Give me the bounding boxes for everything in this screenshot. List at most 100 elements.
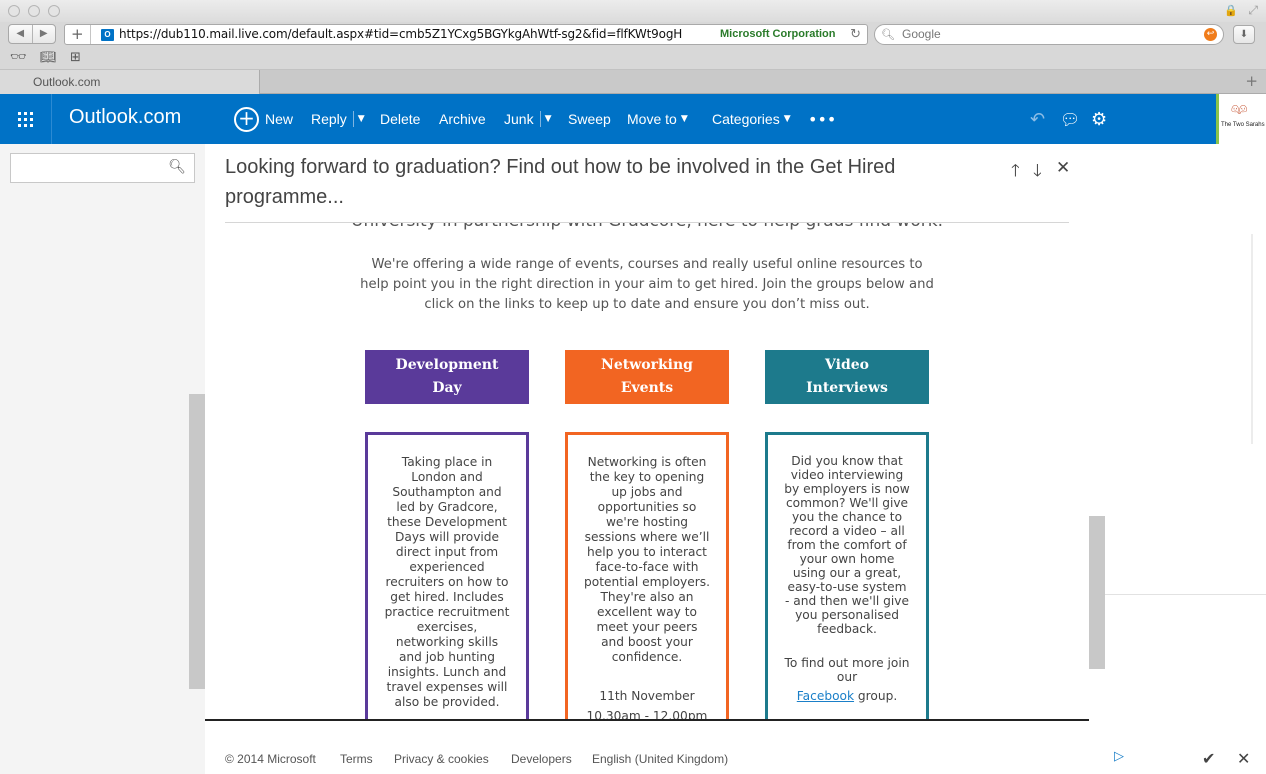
facebook-link-suffix: group.: [854, 689, 898, 703]
archive-button[interactable]: Archive: [439, 94, 486, 144]
categories-label: Categories: [712, 111, 780, 127]
window-zoom-button[interactable]: [48, 5, 60, 17]
sweep-button[interactable]: Sweep: [568, 94, 611, 144]
close-icon[interactable]: ✕: [1237, 749, 1250, 768]
outlook-favicon-icon: O: [101, 29, 114, 41]
categories-button[interactable]: Categories ▼: [712, 94, 791, 144]
development-day-box: Taking place in London and Southampton a…: [365, 432, 529, 720]
ad-panel-divider: [1251, 234, 1253, 444]
heading-line: Interviews: [806, 380, 888, 396]
back-arrow-icon[interactable]: ◀: [9, 25, 33, 43]
language-link[interactable]: English (United Kingdom): [592, 752, 728, 766]
close-icon[interactable]: ✕: [1056, 158, 1070, 178]
browser-titlebar: 🔒 ⤢: [0, 0, 1266, 22]
move-to-label: Move to: [627, 111, 677, 127]
developers-link[interactable]: Developers: [511, 752, 572, 766]
search-placeholder: Google: [902, 27, 941, 41]
reading-pane-bottom-border: [205, 719, 1089, 721]
networking-events-box: Networking is often the key to opening u…: [565, 432, 729, 720]
mail-search-input[interactable]: 🔍︎: [10, 153, 195, 183]
facebook-link[interactable]: Facebook: [797, 689, 854, 703]
heading-line: Networking: [601, 357, 693, 373]
ad-panel: [1105, 144, 1266, 744]
delete-label: Delete: [380, 111, 421, 127]
app-launcher-button[interactable]: [0, 94, 52, 144]
search-icon: 🔍︎: [881, 28, 895, 41]
settings-gear-icon[interactable]: ⚙: [1091, 94, 1107, 144]
event-date: 11th November: [599, 689, 695, 703]
snapback-icon[interactable]: ↩: [1204, 28, 1217, 41]
heading-line: Day: [432, 380, 462, 396]
site-identity[interactable]: Microsoft Corporation: [720, 25, 836, 44]
window-close-button[interactable]: [8, 5, 20, 17]
sweep-label: Sweep: [568, 111, 611, 127]
tab-bar: Outlook.com +: [0, 70, 1266, 94]
address-divider: [90, 25, 91, 44]
privacy-link[interactable]: Privacy & cookies: [394, 752, 489, 766]
search-icon[interactable]: 🔍︎: [168, 159, 186, 175]
fullscreen-icon[interactable]: ⤢: [1248, 3, 1258, 18]
messaging-chat-icon[interactable]: 💬︎: [1060, 94, 1080, 144]
adchoices-icon[interactable]: ▷: [1114, 749, 1124, 764]
reload-icon[interactable]: ↻: [850, 25, 861, 44]
find-out-more-text: To find out more join our: [784, 656, 910, 684]
copyright-text: © 2014 Microsoft: [225, 752, 316, 766]
new-tab-icon[interactable]: +: [1245, 72, 1258, 90]
reply-button[interactable]: Reply ▼: [311, 94, 365, 144]
video-interviews-heading[interactable]: Video Interviews: [765, 350, 929, 404]
delete-button[interactable]: Delete: [380, 94, 420, 144]
chevron-down-icon[interactable]: ▼: [358, 114, 365, 124]
terms-link[interactable]: Terms: [340, 752, 373, 766]
forward-arrow-icon[interactable]: ▶: [33, 25, 56, 43]
sidebar-scrollbar[interactable]: [189, 394, 205, 689]
heading-line: Events: [620, 380, 674, 396]
browser-toolbar: ◀ ▶ + O https://dub110.mail.live.com/def…: [0, 22, 1266, 48]
window-minimize-button[interactable]: [28, 5, 40, 17]
history-buttons: ◀ ▶: [8, 24, 56, 44]
heading-line: Video: [825, 357, 869, 373]
heading-line: Development: [395, 357, 499, 373]
ad-panel-divider: [1105, 594, 1266, 595]
new-button[interactable]: + New: [234, 94, 293, 144]
development-day-text: Taking place in London and Southampton a…: [384, 455, 510, 709]
move-to-button[interactable]: Move to ▼: [627, 94, 688, 144]
url-text[interactable]: https://dub110.mail.live.com/default.asp…: [119, 25, 682, 44]
profile-avatar[interactable]: 👭︎ The Two Sarahs: [1216, 94, 1266, 144]
reading-pane-scrollbar[interactable]: [1089, 516, 1105, 669]
junk-button[interactable]: Junk ▼: [504, 94, 552, 144]
email-body: University in partnership with Gradcore,…: [205, 223, 1089, 720]
downloads-icon[interactable]: ⬇: [1233, 25, 1255, 44]
networking-events-heading[interactable]: Networking Events: [565, 350, 729, 404]
video-interviews-box: Did you know that video interviewing by …: [765, 432, 929, 720]
reader-glasses-icon[interactable]: 👓︎: [10, 50, 27, 65]
reading-pane: Looking forward to graduation? Find out …: [205, 144, 1089, 720]
chevron-down-icon: ▼: [680, 114, 688, 124]
development-day-heading[interactable]: Development Day: [365, 350, 529, 404]
address-bar[interactable]: + O https://dub110.mail.live.com/default…: [64, 24, 868, 45]
tab-title: Outlook.com: [33, 75, 101, 89]
junk-divider: [539, 111, 541, 127]
previous-message-arrow-icon[interactable]: 🡑: [1011, 158, 1020, 187]
search-field[interactable]: 🔍︎ Google ↩: [874, 24, 1224, 45]
bookmarks-bar: 👓︎ 📖︎ ⊞: [0, 48, 1266, 70]
reply-label: Reply: [311, 111, 347, 127]
email-intro-paragraph: We're offering a wide range of events, c…: [360, 257, 934, 312]
junk-label: Junk: [504, 111, 534, 127]
chevron-down-icon[interactable]: ▼: [545, 114, 552, 124]
more-actions-ellipsis-icon[interactable]: •••: [808, 94, 836, 144]
plus-circle-icon: +: [234, 106, 259, 132]
add-bookmark-icon[interactable]: +: [71, 25, 84, 44]
page-footer: © 2014 Microsoft Terms Privacy & cookies…: [205, 745, 1089, 774]
top-sites-grid-icon[interactable]: ⊞: [70, 50, 81, 65]
email-partial-line: University in partnership with Gradcore,…: [205, 223, 1089, 231]
check-icon[interactable]: ✔: [1202, 749, 1215, 768]
avatar-image-icon: 👭︎: [1231, 102, 1248, 117]
lock-icon: 🔒: [1224, 4, 1238, 17]
next-message-arrow-icon[interactable]: 🡓: [1033, 158, 1042, 187]
email-subject: Looking forward to graduation? Find out …: [225, 156, 896, 208]
undo-icon[interactable]: ↶: [1030, 94, 1045, 144]
tab-outlook[interactable]: Outlook.com: [0, 70, 260, 94]
bookmarks-book-icon[interactable]: 📖︎: [40, 50, 57, 65]
waffle-icon: [18, 111, 33, 127]
brand-logo[interactable]: Outlook.com: [69, 106, 181, 129]
